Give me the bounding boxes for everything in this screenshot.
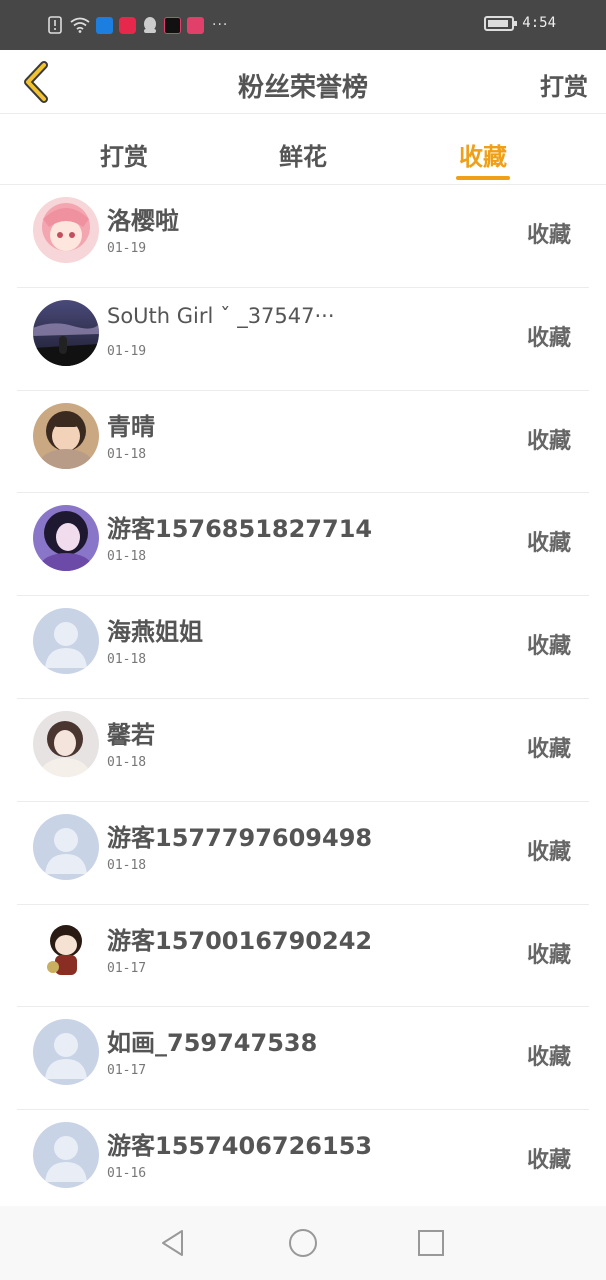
favorite-label: 收藏	[526, 428, 571, 454]
calendar-app-icon	[187, 16, 204, 34]
tip-button[interactable]: 打赏	[540, 67, 588, 102]
qq-icon	[144, 17, 156, 33]
fan-name: 青晴	[107, 412, 155, 441]
night-sky-avatar-icon	[33, 299, 99, 366]
fan-date: 01-18	[107, 446, 147, 462]
fan-name: SoUth Girl ˇ _37547···	[107, 303, 335, 328]
avatar	[33, 710, 99, 777]
chibi-character-avatar-icon	[33, 916, 99, 983]
avatar	[33, 299, 99, 366]
tab-bar: 打赏 鲜花 收藏	[0, 115, 606, 185]
favorite-label: 收藏	[526, 223, 571, 248]
list-item[interactable]: 游客1577797609498 01-18 收藏	[17, 802, 589, 905]
tiktok-icon	[164, 16, 181, 34]
default-avatar-icon	[33, 1019, 99, 1086]
fan-date: 01-17	[107, 1063, 147, 1079]
tab-flowers[interactable]: 鲜花	[243, 137, 363, 172]
fan-date: 01-18	[107, 857, 147, 873]
avatar	[33, 813, 99, 880]
avatar	[33, 608, 99, 675]
list-item[interactable]: 如画_759747538 01-17 收藏	[17, 1007, 589, 1111]
list-item[interactable]: 游客1576851827714 01-18 收藏	[17, 493, 589, 597]
fan-name: 游客1557406726153	[107, 1132, 373, 1161]
wifi-icon	[70, 17, 90, 33]
tab-favorites[interactable]: 收藏	[423, 137, 543, 172]
avatar	[33, 1122, 99, 1189]
favorite-label: 收藏	[526, 325, 571, 351]
video-app-icon	[119, 16, 136, 34]
favorite-label: 收藏	[526, 634, 571, 660]
avatar	[33, 402, 99, 469]
girl-purple-avatar-icon	[33, 505, 99, 572]
fan-list: 洛樱啦 01-19 收藏 SoUth Girl ˇ _37547··· 01-1…	[17, 185, 589, 1213]
girl-winter-avatar-icon	[33, 710, 99, 777]
avatar	[33, 1019, 99, 1086]
list-item[interactable]: SoUth Girl ˇ _37547··· 01-19 收藏	[17, 288, 589, 391]
more-notifications-icon: ···	[212, 17, 229, 33]
clock: 4:54	[522, 15, 556, 31]
page-title: 粉丝荣誉榜	[237, 73, 368, 103]
home-nav-icon[interactable]	[288, 1228, 318, 1258]
fan-name: 游客1570016790242	[107, 926, 373, 955]
fan-name: 如画_759747538	[107, 1029, 318, 1058]
default-avatar-icon	[33, 608, 99, 675]
recents-nav-icon[interactable]	[416, 1228, 446, 1258]
fan-date: 01-19	[107, 241, 147, 256]
list-item[interactable]: 海燕姐姐 01-18 收藏	[17, 596, 589, 699]
list-item[interactable]: 洛樱啦 01-19 收藏	[17, 185, 589, 288]
fan-name: 馨若	[107, 720, 155, 749]
favorite-label: 收藏	[526, 942, 571, 968]
list-item[interactable]: 青晴 01-18 收藏	[17, 391, 589, 494]
fan-date: 01-18	[107, 652, 147, 668]
fan-date: 01-18	[107, 549, 147, 565]
active-tab-indicator	[456, 176, 510, 180]
avatar	[33, 505, 99, 572]
fan-name: 游客1577797609498	[107, 823, 373, 852]
favorite-label: 收藏	[526, 531, 571, 557]
favorite-label: 收藏	[526, 839, 571, 865]
fan-name: 海燕姐姐	[107, 618, 203, 647]
system-nav-bar	[0, 1206, 606, 1280]
list-item[interactable]: 游客1570016790242 01-17 收藏	[17, 905, 589, 1008]
favorite-label: 收藏	[526, 736, 571, 762]
back-nav-icon[interactable]	[158, 1228, 188, 1258]
default-avatar-icon	[33, 1122, 99, 1189]
list-item[interactable]: 游客1557406726153 01-16 收藏	[17, 1110, 589, 1213]
list-item[interactable]: 馨若 01-18 收藏	[17, 699, 589, 802]
alert-icon	[48, 16, 62, 34]
shield-app-icon	[96, 16, 113, 34]
fan-date: 01-16	[107, 1166, 147, 1182]
status-icons: ···	[48, 14, 228, 36]
fan-name: 游客1576851827714	[107, 515, 373, 544]
favorite-label: 收藏	[526, 1045, 571, 1071]
fan-date: 01-17	[107, 960, 147, 976]
avatar	[33, 916, 99, 983]
fan-date: 01-19	[107, 343, 147, 359]
child-photo-avatar-icon	[33, 402, 99, 469]
status-bar: ··· 4:54	[0, 0, 606, 50]
tab-tip[interactable]: 打赏	[64, 137, 184, 172]
app-header: 粉丝荣誉榜 打赏	[0, 50, 606, 114]
favorite-label: 收藏	[526, 1148, 571, 1174]
default-avatar-icon	[33, 813, 99, 880]
battery-icon	[484, 15, 518, 31]
fan-date: 01-18	[107, 754, 147, 770]
fan-name: 洛樱啦	[107, 207, 179, 235]
avatar	[33, 197, 99, 263]
anime-girl-avatar-icon	[33, 197, 99, 263]
